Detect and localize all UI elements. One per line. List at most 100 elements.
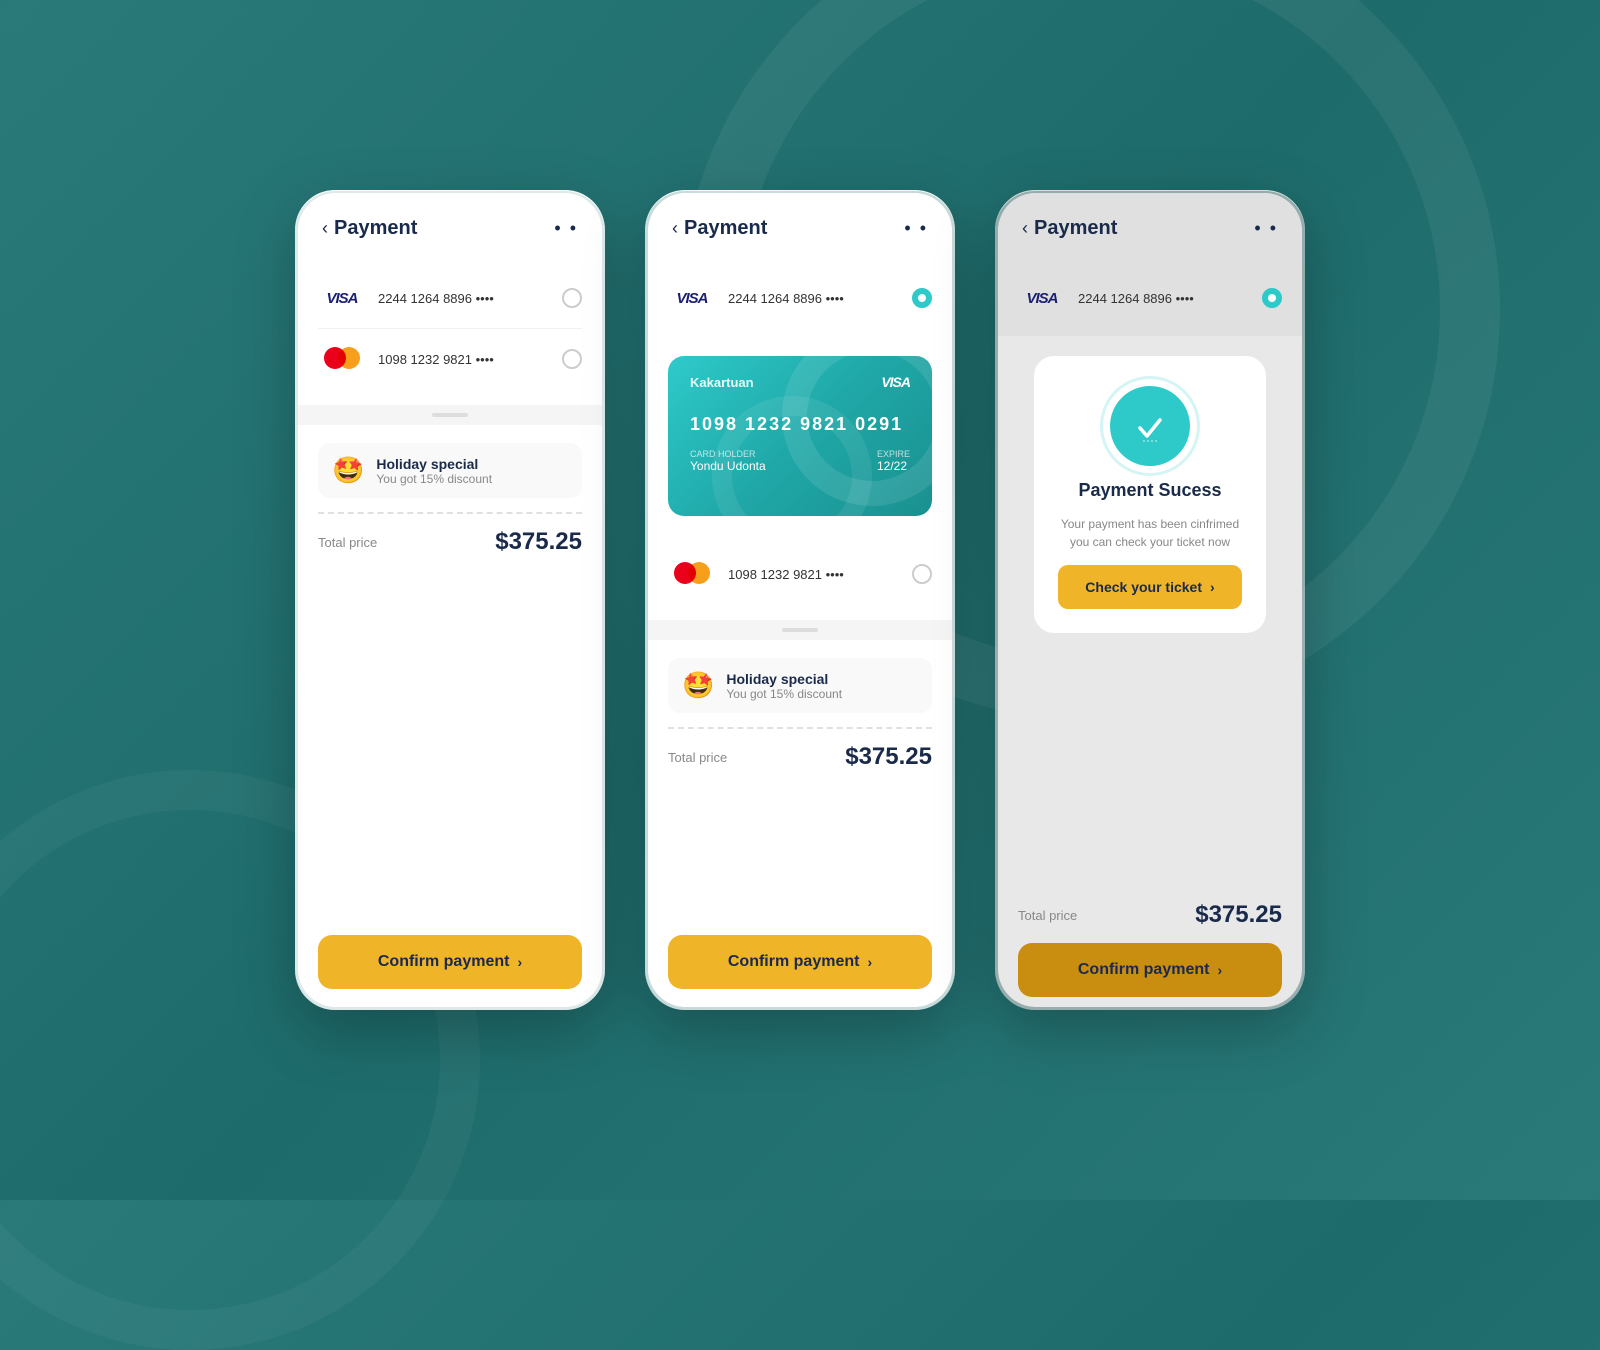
promo-text-2: Holiday special You got 15% discount xyxy=(726,671,842,701)
success-modal: Payment Sucess Your payment has been cin… xyxy=(1034,356,1266,633)
visa-logo-2: VISA xyxy=(668,282,716,314)
screen-2: ‹ Payment • • VISA 2244 1264 8896 •••• xyxy=(645,190,955,1010)
promo-emoji-2: 🤩 xyxy=(682,670,714,701)
success-title: Payment Sucess xyxy=(1078,480,1221,501)
dotted-divider-2 xyxy=(668,727,932,729)
card-number-large: 1098 1232 9821 0291 xyxy=(690,414,910,435)
promo-emoji-1: 🤩 xyxy=(332,455,364,486)
check-ticket-label: Check your ticket xyxy=(1085,579,1202,595)
back-button-1[interactable]: ‹ Payment xyxy=(322,217,417,240)
promo-title-1: Holiday special xyxy=(376,456,492,472)
price-label-1: Total price xyxy=(318,535,377,550)
screen-1: ‹ Payment • • VISA 2244 1264 8896 •••• xyxy=(295,190,605,1010)
promo-banner-2: 🤩 Holiday special You got 15% discount xyxy=(668,658,932,713)
confirm-label-1: Confirm payment xyxy=(378,953,510,971)
promo-title-2: Holiday special xyxy=(726,671,842,687)
scroll-indicator-2 xyxy=(648,620,952,640)
success-description: Your payment has been cinfrimedyou can c… xyxy=(1061,515,1239,551)
mc-number-1: 1098 1232 9821 •••• xyxy=(378,352,550,367)
success-area: Payment Sucess Your payment has been cin… xyxy=(998,336,1302,1007)
card-bottom-row: Card Holder Yondu Udonta Expire 12/22 xyxy=(690,449,910,473)
price-row-3: Total price $375.25 xyxy=(1018,901,1282,929)
price-value-1: $375.25 xyxy=(495,528,582,556)
visa-logo-3: VISA xyxy=(1018,282,1066,314)
visa-radio-2[interactable] xyxy=(912,288,932,308)
cards-below-section-2: 1098 1232 9821 •••• xyxy=(648,528,952,620)
card-expire-value: 12/22 xyxy=(877,459,910,473)
scroll-pill-2 xyxy=(782,628,818,632)
promo-text-1: Holiday special You got 15% discount xyxy=(376,456,492,486)
check-ticket-chevron: › xyxy=(1210,579,1215,595)
card-expire-label: Expire xyxy=(877,449,910,459)
card-holder-label: Card Holder xyxy=(690,449,766,459)
promo-subtitle-1: You got 15% discount xyxy=(376,472,492,486)
confirm-button-3[interactable]: Confirm payment › xyxy=(1018,943,1282,997)
confirm-button-2[interactable]: Confirm payment › xyxy=(668,935,932,989)
confirm-chevron-3: › xyxy=(1217,962,1222,978)
back-arrow-icon-2: ‹ xyxy=(672,218,678,239)
page-title-2: Payment xyxy=(684,217,767,240)
visa-card-row-2[interactable]: VISA 2244 1264 8896 •••• xyxy=(668,268,932,328)
mc-logo-2 xyxy=(668,558,716,590)
cards-section-2: VISA 2244 1264 8896 •••• xyxy=(648,252,952,344)
more-button-3[interactable]: • • xyxy=(1254,218,1278,239)
confirm-chevron-2: › xyxy=(867,954,872,970)
success-svg xyxy=(1130,406,1170,446)
screen3-visa-section: VISA 2244 1264 8896 •••• xyxy=(998,252,1302,336)
visa-card-row-1[interactable]: VISA 2244 1264 8896 •••• xyxy=(318,268,582,329)
visa-number-2: 2244 1264 8896 •••• xyxy=(728,291,900,306)
back-arrow-icon-1: ‹ xyxy=(322,218,328,239)
mc-radio-2[interactable] xyxy=(912,564,932,584)
promo-banner-1: 🤩 Holiday special You got 15% discount xyxy=(318,443,582,498)
screen-3: ‹ Payment • • VISA 2244 1264 8896 •••• xyxy=(995,190,1305,1010)
dotted-divider-1 xyxy=(318,512,582,514)
price-value-3: $375.25 xyxy=(1195,901,1282,929)
more-button-1[interactable]: • • xyxy=(554,218,578,239)
screen3-header: ‹ Payment • • xyxy=(998,193,1302,252)
card-expire-group: Expire 12/22 xyxy=(877,449,910,473)
confirm-button-1[interactable]: Confirm payment › xyxy=(318,935,582,989)
screens-container: ‹ Payment • • VISA 2244 1264 8896 •••• xyxy=(295,190,1305,1010)
bottom-section-2: 🤩 Holiday special You got 15% discount T… xyxy=(648,640,952,1007)
back-arrow-icon-3: ‹ xyxy=(1022,218,1028,239)
promo-subtitle-2: You got 15% discount xyxy=(726,687,842,701)
back-button-3[interactable]: ‹ Payment xyxy=(1022,217,1117,240)
mc-logo-1 xyxy=(318,343,366,375)
mc-card-row-1[interactable]: 1098 1232 9821 •••• xyxy=(318,329,582,389)
mc-radio-1[interactable] xyxy=(562,349,582,369)
mc-circle-right-1 xyxy=(338,347,360,369)
screen3-bottom: Total price $375.25 Confirm payment › xyxy=(1014,891,1286,997)
card-visual-container: Kakartuan VISA 1098 1232 9821 0291 Card … xyxy=(648,344,952,528)
visa-radio-3[interactable] xyxy=(1262,288,1282,308)
visa-number-1: 2244 1264 8896 •••• xyxy=(378,291,550,306)
price-row-2: Total price $375.25 xyxy=(668,743,932,771)
price-label-3: Total price xyxy=(1018,908,1077,923)
check-ticket-button[interactable]: Check your ticket › xyxy=(1058,565,1242,609)
card-visa-brand: VISA xyxy=(881,374,910,390)
scroll-pill-1 xyxy=(432,413,468,417)
success-icon xyxy=(1110,386,1190,466)
page-title-3: Payment xyxy=(1034,217,1117,240)
visa-number-3: 2244 1264 8896 •••• xyxy=(1078,291,1250,306)
card-visual: Kakartuan VISA 1098 1232 9821 0291 Card … xyxy=(668,356,932,516)
mc-circle-right-2 xyxy=(688,562,710,584)
confirm-label-2: Confirm payment xyxy=(728,953,860,971)
mc-card-row-2[interactable]: 1098 1232 9821 •••• xyxy=(668,544,932,604)
card-holder-group: Card Holder Yondu Udonta xyxy=(690,449,766,473)
screen1-header: ‹ Payment • • xyxy=(298,193,602,252)
bottom-section-1: 🤩 Holiday special You got 15% discount T… xyxy=(298,425,602,1007)
more-button-2[interactable]: • • xyxy=(904,218,928,239)
price-row-1: Total price $375.25 xyxy=(318,528,582,556)
confirm-chevron-1: › xyxy=(517,954,522,970)
card-bank-name: Kakartuan xyxy=(690,375,754,390)
price-value-2: $375.25 xyxy=(845,743,932,771)
confirm-label-3: Confirm payment xyxy=(1078,961,1210,979)
mc-number-2: 1098 1232 9821 •••• xyxy=(728,567,900,582)
cards-section-1: VISA 2244 1264 8896 •••• 1098 1232 9821 … xyxy=(298,252,602,405)
price-label-2: Total price xyxy=(668,750,727,765)
back-button-2[interactable]: ‹ Payment xyxy=(672,217,767,240)
visa-radio-1[interactable] xyxy=(562,288,582,308)
page-title-1: Payment xyxy=(334,217,417,240)
screen2-header: ‹ Payment • • xyxy=(648,193,952,252)
visa-card-row-3[interactable]: VISA 2244 1264 8896 •••• xyxy=(1018,268,1282,328)
